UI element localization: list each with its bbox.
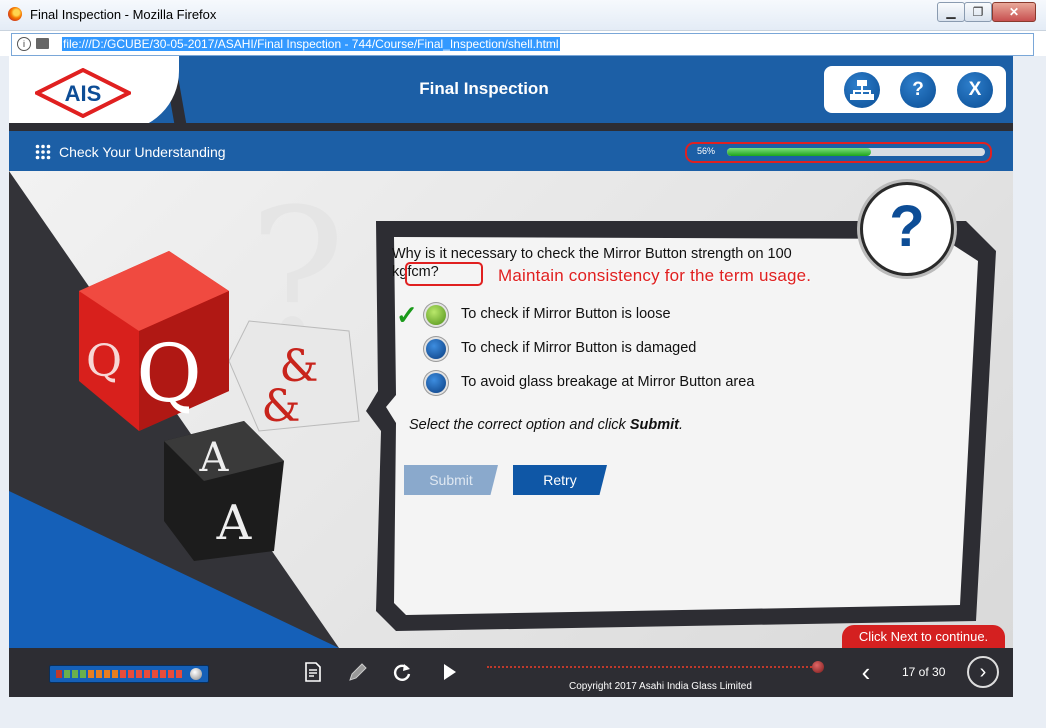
retry-button[interactable]: Retry (513, 465, 607, 495)
minimize-button[interactable]: ▁ (937, 2, 965, 22)
volume-segment (56, 670, 62, 678)
volume-segment (144, 670, 150, 678)
volume-segment (80, 670, 86, 678)
replay-button[interactable] (390, 660, 414, 684)
volume-segment (120, 670, 126, 678)
correct-check-icon: ✓ (396, 300, 418, 330)
window-frame-bottom (0, 697, 1046, 728)
window-title: Final Inspection - Mozilla Firefox (30, 7, 217, 22)
volume-segment (104, 670, 110, 678)
transcript-button[interactable] (301, 660, 325, 684)
volume-segment (168, 670, 174, 678)
url-bar[interactable]: i file:///D:/GCUBE/30-05-2017/ASAHI/Fina… (11, 33, 1034, 56)
instruction-prefix: Select the correct option and click (409, 417, 630, 433)
svg-text:Q: Q (136, 327, 202, 420)
logo-panel: AIS (9, 56, 179, 131)
option-label-2[interactable]: To check if Mirror Button is damaged (461, 340, 696, 356)
option-label-1[interactable]: To check if Mirror Button is loose (461, 306, 671, 322)
logo-text: AIS (65, 81, 102, 106)
info-icon[interactable]: i (17, 37, 31, 51)
progress-track (727, 148, 985, 156)
replay-icon (393, 664, 411, 681)
option-radio-1[interactable] (426, 305, 446, 325)
svg-text:&: & (261, 381, 300, 432)
timeline-track[interactable] (487, 666, 819, 672)
pencil-icon (349, 663, 367, 681)
instruction-text: Select the correct option and click Subm… (409, 417, 683, 433)
volume-segment (72, 670, 78, 678)
volume-segment (160, 670, 166, 678)
help-button[interactable]: ? (900, 72, 936, 108)
svg-text:Q: Q (86, 336, 122, 387)
timeline-scrubber[interactable] (812, 661, 824, 673)
ais-logo: AIS (35, 68, 131, 118)
review-highlight-box (405, 262, 483, 286)
volume-meter[interactable] (49, 665, 209, 683)
option-radio-3[interactable] (426, 373, 446, 393)
header-divider (9, 123, 1013, 131)
window-titlebar: Final Inspection - Mozilla Firefox ▁ ❐ ✕ (0, 0, 1046, 31)
sitemap-icon (850, 80, 874, 100)
course-header: AIS Final Inspection ? X (9, 56, 1013, 131)
volume-segment (128, 670, 134, 678)
instruction-suffix: . (678, 417, 684, 433)
next-hint-callout: Click Next to continue. (842, 625, 1005, 648)
copyright-text: Copyright 2017 Asahi India Glass Limited (569, 681, 752, 692)
close-window-button[interactable]: ✕ (992, 2, 1036, 22)
course-title: Final Inspection (419, 79, 549, 98)
exit-button[interactable]: X (957, 72, 993, 108)
window-frame-left (0, 56, 9, 706)
page-counter: 17 of 30 (902, 665, 946, 679)
sitemap-button[interactable] (844, 72, 880, 108)
svg-text:A: A (199, 435, 230, 481)
play-button[interactable] (437, 660, 461, 684)
grid-menu-icon[interactable] (35, 144, 51, 160)
option-radio-2[interactable] (426, 339, 446, 359)
section-title: Check Your Understanding (59, 144, 226, 160)
course-progress: 56% (685, 142, 992, 163)
question-badge: ? (860, 182, 954, 276)
volume-knob[interactable] (190, 668, 202, 680)
progress-percent: 56% (697, 146, 716, 156)
play-icon (444, 664, 456, 680)
volume-segment (136, 670, 142, 678)
volume-segment (176, 670, 182, 678)
player-footer: Copyright 2017 Asahi India Glass Limited… (9, 648, 1013, 697)
submit-button[interactable]: Submit (404, 465, 498, 495)
firefox-icon (8, 7, 22, 21)
review-note: Maintain consistency for the term usage. (498, 266, 812, 285)
volume-segment (152, 670, 158, 678)
tools-panel: ? X (824, 66, 1006, 113)
volume-segment (96, 670, 102, 678)
progress-fill (727, 148, 872, 156)
volume-segment (64, 670, 70, 678)
question-mark-icon: ? (889, 194, 925, 259)
page-icon (36, 38, 49, 49)
section-bar: Check Your Understanding 56% (9, 131, 1013, 171)
window-frame-right (1013, 56, 1046, 706)
transcript-icon (305, 662, 321, 682)
option-label-3[interactable]: To avoid glass breakage at Mirror Button… (461, 374, 754, 390)
notes-button[interactable] (346, 660, 370, 684)
volume-segment (88, 670, 94, 678)
maximize-button[interactable]: ❐ (964, 2, 992, 22)
qa-dice-illustration: & & A A Q Q (79, 251, 360, 561)
next-button[interactable]: › (967, 656, 999, 688)
svg-text:A: A (216, 495, 253, 551)
url-text[interactable]: file:///D:/GCUBE/30-05-2017/ASAHI/Final … (62, 37, 560, 51)
volume-segment (112, 670, 118, 678)
instruction-action: Submit (629, 417, 679, 433)
previous-button[interactable]: ‹ (854, 659, 878, 685)
